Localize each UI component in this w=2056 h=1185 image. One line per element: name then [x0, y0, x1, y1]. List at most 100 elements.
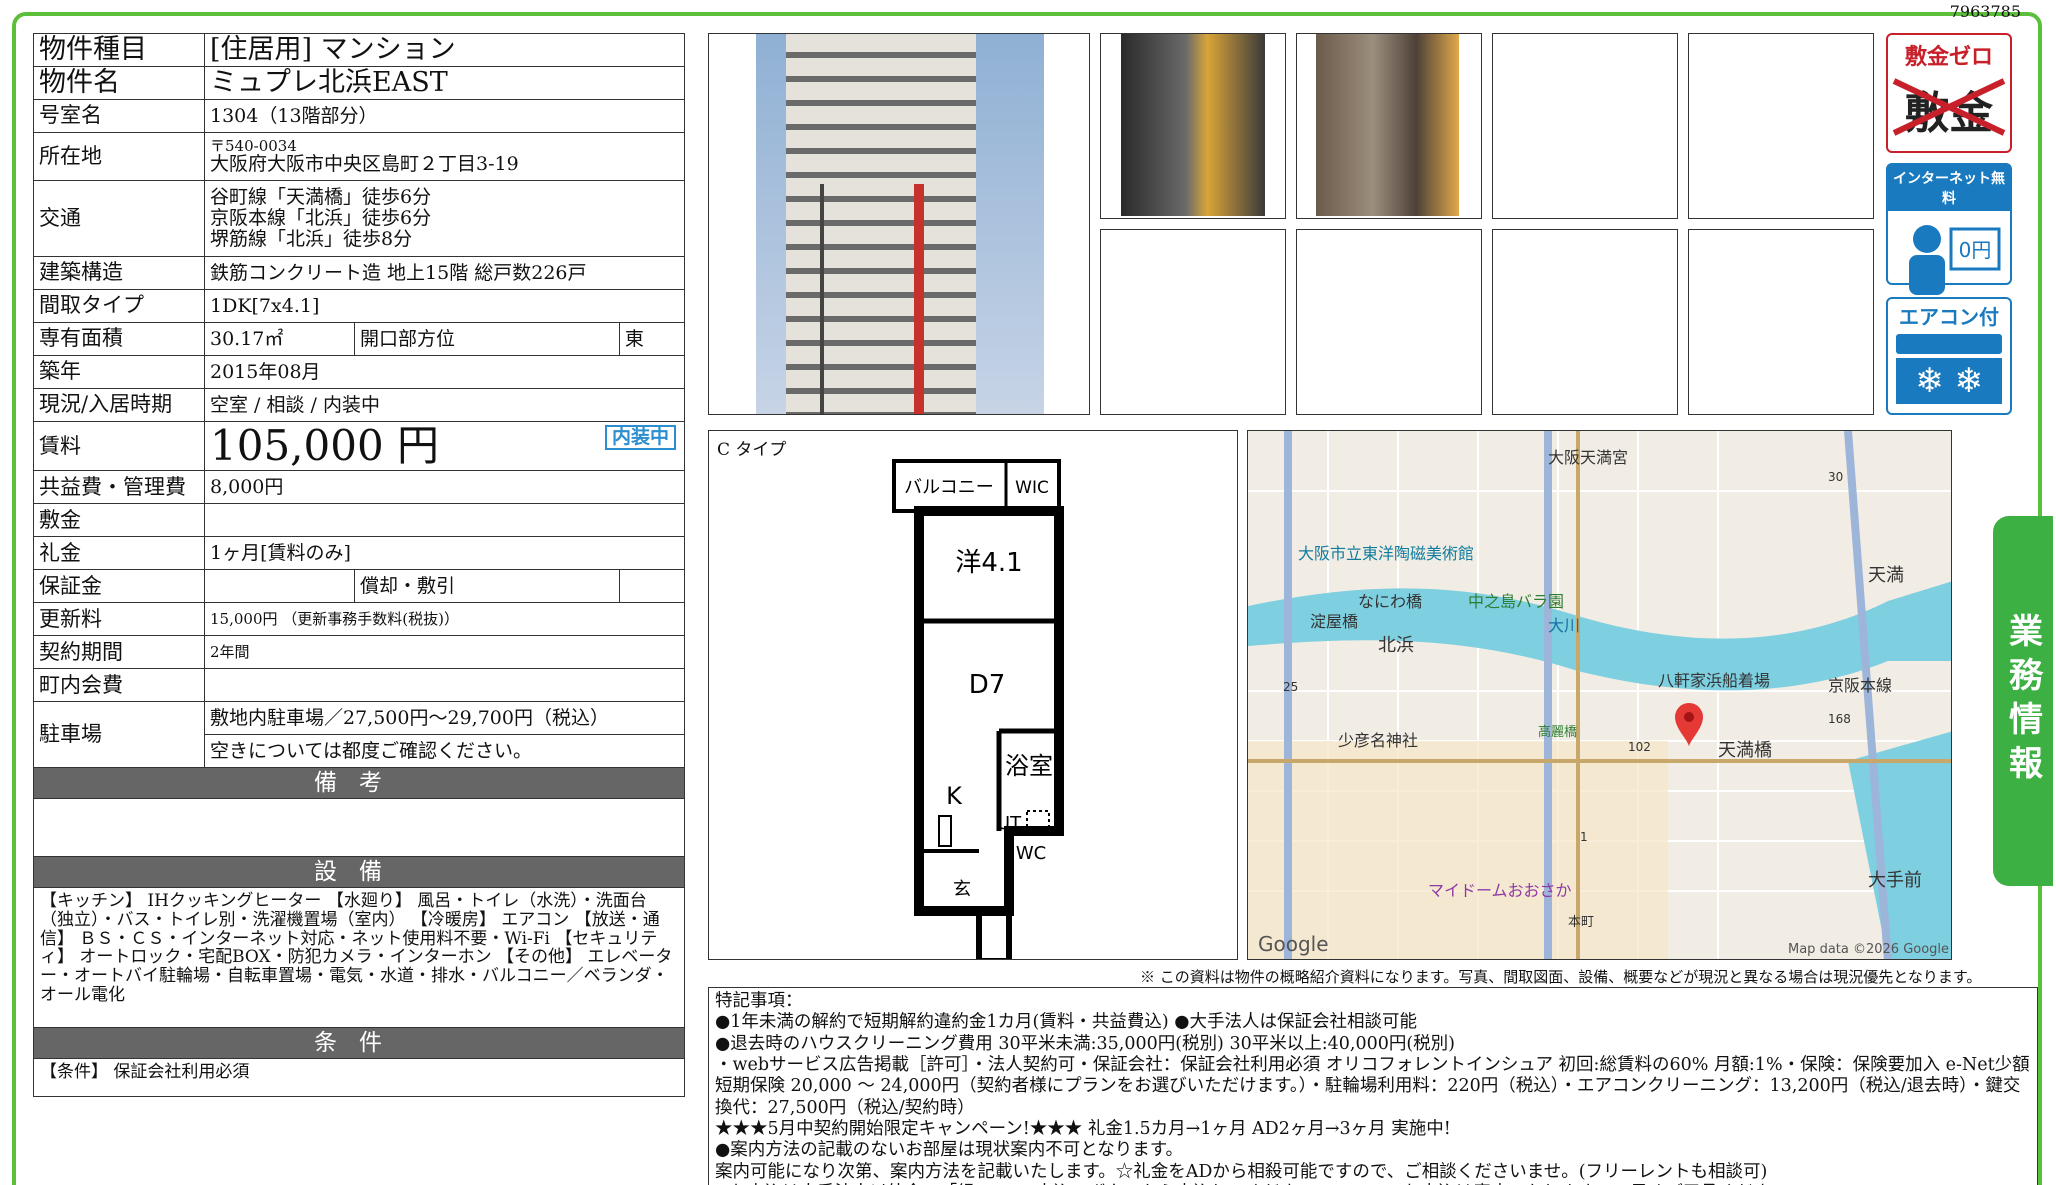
- town-fee-label: 町内会費: [33, 668, 205, 703]
- map-label: 八軒家浜船着場: [1658, 671, 1770, 690]
- property-table: 物件種目 [住居用] マンション 物件名 ミュプレ北浜EAST 号室名 1304（13…: [33, 33, 686, 1098]
- key-money-label: 礼金: [33, 536, 205, 571]
- remarks-header: 備考: [33, 767, 685, 800]
- fee-label: 共益費・管理費: [33, 470, 205, 505]
- strike-x-icon: [1892, 78, 2006, 136]
- fee-value: 8,000円: [204, 470, 685, 505]
- road-number: 168: [1828, 712, 1851, 726]
- rent-value: 105,000 円: [210, 421, 440, 470]
- traffic-line: 京阪本線「北浜」徒歩6分: [210, 207, 432, 230]
- built-value: 2015年08月: [204, 355, 685, 389]
- room-wic: WIC: [1015, 478, 1049, 498]
- conditions-body: 【条件】 保証会社利用必須: [33, 1058, 685, 1098]
- person-laptop-icon: 0円: [1909, 225, 2001, 295]
- location-map[interactable]: 大阪天満宮 大阪市立東洋陶磁美術館 なにわ橋 中之島バラ園 淀屋橋 北浜 大川 …: [1247, 430, 1952, 960]
- parking-value: 敷地内駐車場／27,500円〜29,700円（税込）: [204, 701, 685, 736]
- area-value: 30.17㎡: [204, 322, 355, 356]
- renewal-label: 更新料: [33, 602, 205, 637]
- free-internet-icon: インターネット無料 0円: [1886, 163, 2012, 295]
- google-logo: Google: [1258, 932, 1329, 956]
- map-label: なにわ橋: [1358, 592, 1422, 611]
- map-label: マイドームおおさか: [1428, 881, 1572, 900]
- deposit-value: [204, 503, 685, 538]
- air-conditioner-icon: エアコン付 ❄ ❄: [1886, 297, 2012, 415]
- snowflake-icon: ❄ ❄: [1896, 358, 2002, 404]
- map-label: 高麗橋: [1538, 724, 1577, 740]
- map-canvas: 大阪天満宮 大阪市立東洋陶磁美術館 なにわ橋 中之島バラ園 淀屋橋 北浜 大川 …: [1248, 431, 1951, 959]
- status-label: 現況/入居時期: [33, 388, 205, 422]
- empty-photo-slot: [1100, 229, 1286, 415]
- floor-plan[interactable]: C タイプ バルコニー WIC 洋4.1 D7 浴室 K UT WC 玄: [708, 430, 1238, 960]
- map-label: 大手前: [1868, 870, 1922, 891]
- equipment-header: 設備: [33, 856, 685, 889]
- period-label: 契約期間: [33, 635, 205, 670]
- room-utility: UT: [997, 813, 1022, 834]
- built-label: 築年: [33, 355, 205, 389]
- road-number: 25: [1283, 680, 1298, 694]
- interior-work-badge: 内装中: [604, 425, 676, 450]
- map-label: 北浜: [1378, 635, 1414, 656]
- name-label: 物件名: [33, 66, 205, 100]
- road-number: 102: [1628, 740, 1651, 754]
- opening-value: 東: [618, 322, 686, 356]
- room-western: 洋4.1: [955, 548, 1022, 578]
- room-value: 1304（13階部分）: [204, 99, 685, 133]
- postal-code: 〒540-0034: [210, 136, 297, 155]
- map-label: 淀屋橋: [1310, 612, 1358, 631]
- document-id: 7963785: [1949, 2, 2021, 21]
- map-label: 本町: [1568, 915, 1594, 930]
- entrance-photo[interactable]: [1121, 34, 1265, 216]
- property-name: ミュプレ北浜EAST: [204, 66, 685, 100]
- empty-photo-slot: [1492, 229, 1678, 415]
- map-label: 中之島バラ園: [1468, 592, 1564, 611]
- empty-photo-slot: [1492, 33, 1678, 219]
- empty-photo-slot: [1688, 33, 1874, 219]
- address-value: 大阪府大阪市中央区島町２丁目3-19: [210, 153, 519, 176]
- disclaimer: ※ この資料は物件の概略紹介資料になります。写真、間取図面、設備、概要などが現況…: [1140, 968, 1982, 986]
- guarantee-value: [204, 569, 355, 604]
- room-label: 号室名: [33, 99, 205, 133]
- renewal-value: 15,000円 （更新事務手数料(税抜)）: [204, 602, 685, 637]
- map-credit: Map data ©2026 Google: [1788, 942, 1949, 957]
- floorplan-drawing: バルコニー WIC 洋4.1 D7 浴室 K UT WC 玄: [892, 459, 1064, 959]
- structure-value: 鉄筋コンクリート造 地上15階 総戸数226戸: [204, 256, 685, 290]
- type-label: 物件種目: [33, 33, 205, 67]
- empty-photo-slot: [1688, 229, 1874, 415]
- map-label: 少彦名神社: [1338, 731, 1418, 750]
- empty-photo-slot: [1296, 229, 1482, 415]
- room-toilet: WC: [1016, 843, 1046, 864]
- layout-value: 1DK[7x4.1]: [204, 289, 685, 323]
- key-money-value: 1ヶ月[賃料のみ]: [204, 536, 685, 571]
- map-label: 大阪市立東洋陶磁美術館: [1298, 544, 1474, 563]
- remarks-body: [33, 798, 685, 858]
- building-photo[interactable]: [756, 34, 1044, 414]
- address-label: 所在地: [33, 132, 205, 181]
- deposit-label: 敷金: [33, 503, 205, 538]
- area-label: 専有面積: [33, 322, 205, 356]
- equipment-body: 【キッチン】 IHクッキングヒーター 【水廻り】 風呂・トイレ（水洗）・洗面台（…: [33, 887, 685, 1029]
- traffic-line: 谷町線「天満橋」徒歩6分: [210, 186, 432, 209]
- guarantee-label: 保証金: [33, 569, 205, 604]
- type-value: [住居用] マンション: [204, 33, 685, 67]
- traffic-label: 交通: [33, 180, 205, 257]
- road-number: 1: [1580, 830, 1588, 844]
- room-kitchen: K: [946, 782, 963, 810]
- parking-note: 空きについては都度ご確認ください。: [204, 734, 685, 769]
- traffic-line: 堺筋線「北浜」徒歩8分: [210, 227, 413, 250]
- map-label: 大川: [1548, 616, 1580, 635]
- map-label: 京阪本線: [1828, 676, 1892, 695]
- opening-label: 開口部方位: [354, 322, 620, 356]
- room-bath: 浴室: [1005, 752, 1053, 780]
- town-fee-value: [204, 668, 685, 703]
- svg-text:0円: 0円: [1959, 238, 1992, 262]
- special-notes: 特記事項： ●1年未満の解約で短期解約違約金1カ月(賃料・共益費込) ●大手法人…: [708, 987, 2038, 1185]
- road-number: 30: [1828, 470, 1843, 484]
- status-value: 空室 / 相談 / 内装中: [204, 388, 685, 422]
- parking-label: 駐車場: [33, 701, 205, 769]
- business-info-tab[interactable]: 業務情報: [1993, 516, 2053, 886]
- conditions-header: 条件: [33, 1027, 685, 1060]
- lobby-photo[interactable]: [1316, 34, 1459, 216]
- room-entrance: 玄: [953, 879, 971, 900]
- room-dining: D7: [969, 670, 1006, 700]
- map-label: 大阪天満宮: [1548, 448, 1628, 467]
